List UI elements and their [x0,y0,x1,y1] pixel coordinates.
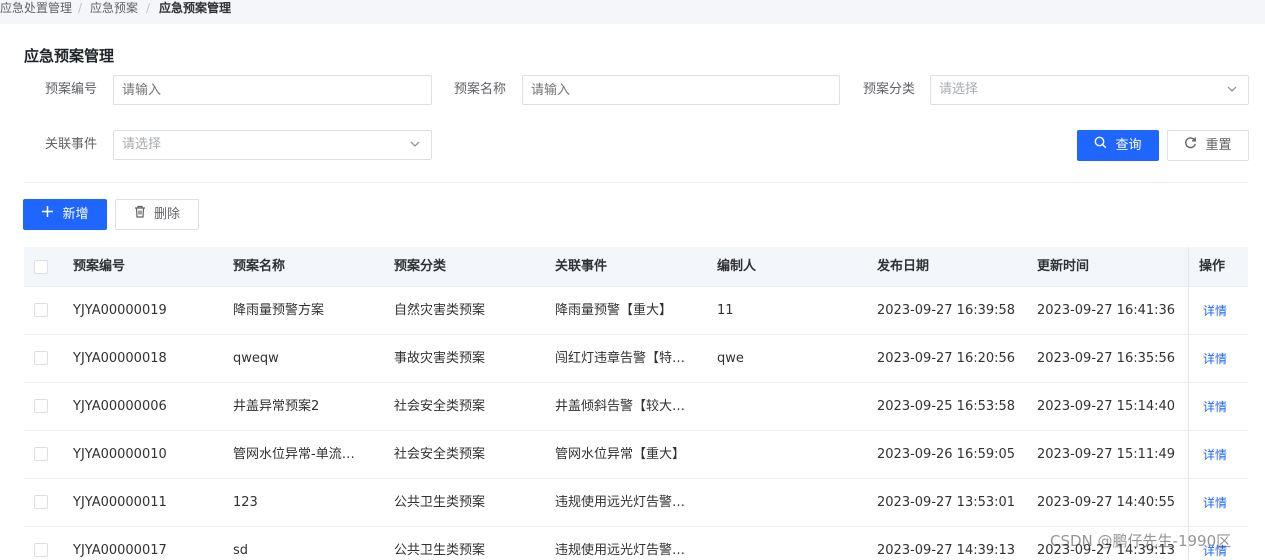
cell-code: YJYA00000010 [73,447,167,462]
breadcrumb-item-emergency-handling[interactable]: 应急处置管理 [0,0,72,17]
plan-category-placeholder: 请选择 [939,82,979,97]
table-row: YJYA00000011 123 公共卫生类预案 违规使用远光灯告警… 2023… [24,479,1248,527]
cell-name: 123 [233,495,258,510]
cell-category: 事故灾害类预案 [394,351,486,366]
search-icon [1094,131,1107,160]
plan-code-input[interactable] [113,75,432,105]
reset-button[interactable]: 重置 [1167,130,1249,161]
cell-name: 管网水位异常-单流… [233,447,355,462]
cell-published: 2023-09-27 16:39:58 [877,303,1016,318]
cell-code: YJYA00000017 [73,543,167,558]
cell-code: YJYA00000006 [73,399,167,414]
detail-link[interactable]: 详情 [1203,291,1227,331]
cell-updated: 2023-09-27 16:35:56 [1037,351,1176,366]
cell-category: 公共卫生类预案 [394,495,486,510]
cell-event: 降雨量预警【重大】 [555,303,673,318]
select-all-checkbox[interactable] [34,260,48,274]
cell-category: 社会安全类预案 [394,399,486,414]
cell-published: 2023-09-25 16:53:58 [877,399,1016,414]
plan-name-label: 预案名称 [454,82,507,97]
breadcrumb-separator: / [78,1,83,15]
plan-code-label: 预案编号 [45,82,98,97]
add-button-label: 新增 [62,207,89,222]
cell-event: 违规使用远光灯告警… [555,495,686,510]
cell-author: qwe [717,351,744,366]
cell-code: YJYA00000018 [73,351,167,366]
chevron-down-icon [409,131,421,170]
plans-table: 预案编号 预案名称 预案分类 关联事件 编制人 发布日期 更新时间 操作 YJY… [24,247,1248,560]
watermark: CSDN @鹏仔先生-1990区 [1050,532,1232,550]
row-checkbox[interactable] [34,351,48,365]
breadcrumb-item-emergency-plan[interactable]: 应急预案 [90,0,138,17]
detail-link[interactable]: 详情 [1203,435,1227,475]
column-header: 关联事件 [555,259,608,274]
table-row: YJYA00000010 管网水位异常-单流… 社会安全类预案 管网水位异常【重… [24,431,1248,479]
table-row: YJYA00000019 降雨量预警方案 自然灾害类预案 降雨量预警【重大】 1… [24,287,1248,335]
column-header: 预案分类 [394,259,447,274]
cell-name: sd [233,543,249,558]
cell-name: qweqw [233,351,279,366]
cell-updated: 2023-09-27 15:14:40 [1037,399,1176,414]
main-card: 应急预案管理 预案编号 预案名称 预案分类 请选择 关联事件 请选择 查询 重置 [0,24,1265,560]
divider [24,182,1248,183]
cell-author: 11 [717,303,734,318]
table-row: YJYA00000006 井盖异常预案2 社会安全类预案 井盖倾斜告警【较大… … [24,383,1248,431]
cell-event: 管网水位异常【重大】 [555,447,686,462]
row-checkbox[interactable] [34,399,48,413]
row-checkbox[interactable] [34,543,48,557]
detail-link[interactable]: 详情 [1203,387,1227,427]
related-event-select[interactable]: 请选择 [113,130,432,160]
cell-published: 2023-09-27 16:20:56 [877,351,1016,366]
related-event-label: 关联事件 [45,137,98,152]
breadcrumb: 应急处置管理 / 应急预案 / 应急预案管理 [0,0,1265,24]
chevron-down-icon [1226,76,1238,115]
cell-code: YJYA00000011 [73,495,167,510]
query-button[interactable]: 查询 [1077,130,1159,161]
add-button[interactable]: 新增 [23,199,107,230]
row-checkbox[interactable] [34,495,48,509]
breadcrumb-separator: / [146,1,151,15]
cell-category: 社会安全类预案 [394,447,486,462]
query-button-label: 查询 [1115,138,1142,153]
row-checkbox[interactable] [34,447,48,461]
plan-category-select[interactable]: 请选择 [930,75,1249,105]
fixed-column-divider [1188,247,1189,560]
refresh-icon [1184,131,1197,160]
column-header: 预案名称 [233,259,286,274]
column-header: 更新时间 [1037,259,1090,274]
cell-updated: 2023-09-27 14:40:55 [1037,495,1176,510]
table-row: YJYA00000018 qweqw 事故灾害类预案 闯红灯违章告警【特… qw… [24,335,1248,383]
delete-button[interactable]: 删除 [115,199,199,230]
trash-icon [134,200,146,229]
cell-updated: 2023-09-27 16:41:36 [1037,303,1176,318]
delete-button-label: 删除 [153,207,180,222]
row-checkbox[interactable] [34,303,48,317]
cell-name: 井盖异常预案2 [233,399,320,414]
cell-category: 自然灾害类预案 [394,303,486,318]
reset-button-label: 重置 [1205,138,1232,153]
cell-published: 2023-09-26 16:59:05 [877,447,1016,462]
cell-event: 井盖倾斜告警【较大… [555,399,686,414]
plan-name-input[interactable] [522,75,840,105]
cell-code: YJYA00000019 [73,303,167,318]
plus-icon [41,200,54,229]
column-header: 发布日期 [877,259,930,274]
cell-updated: 2023-09-27 15:11:49 [1037,447,1176,462]
detail-link[interactable]: 详情 [1203,339,1227,379]
detail-link[interactable]: 详情 [1203,483,1227,523]
cell-published: 2023-09-27 13:53:01 [877,495,1016,510]
cell-event: 闯红灯违章告警【特… [555,351,686,366]
column-header: 预案编号 [73,259,126,274]
cell-name: 降雨量预警方案 [233,303,325,318]
cell-category: 公共卫生类预案 [394,543,486,558]
column-header: 操作 [1199,259,1226,274]
cell-event: 违规使用远光灯告警… [555,543,686,558]
page-title: 应急预案管理 [24,47,115,65]
column-header: 编制人 [717,259,757,274]
related-event-placeholder: 请选择 [122,137,162,152]
breadcrumb-item-current: 应急预案管理 [159,1,232,15]
cell-published: 2023-09-27 14:39:13 [877,543,1016,558]
table-header: 预案编号 预案名称 预案分类 关联事件 编制人 发布日期 更新时间 操作 [24,247,1248,287]
plan-category-label: 预案分类 [863,82,916,97]
